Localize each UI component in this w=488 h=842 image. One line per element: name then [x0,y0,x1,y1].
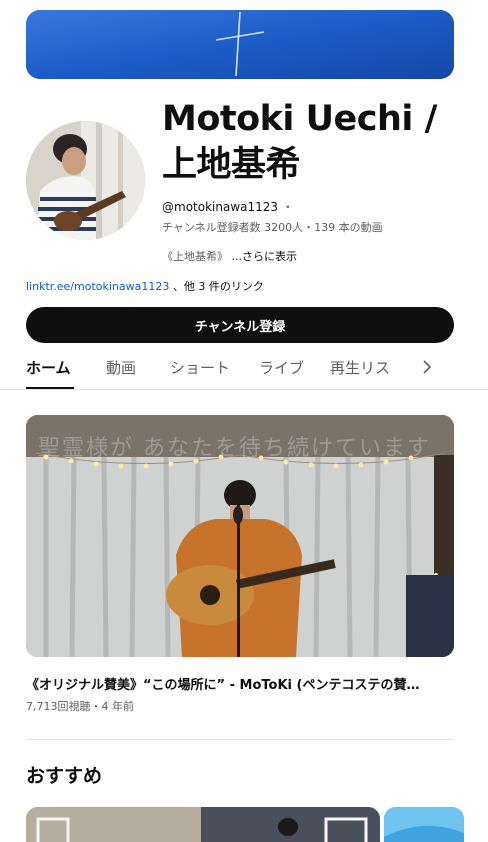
tab-shorts[interactable]: ショート [170,357,230,378]
tab-videos[interactable]: 動画 [106,357,136,378]
recommended-video-thumbnail[interactable] [26,807,380,842]
tab-live[interactable]: ライブ [259,357,304,378]
recommended-section-title: おすすめ [26,765,103,787]
handle-separator: ・ [281,200,294,214]
video-overlay-caption: 聖霊様が あなたを待ち続けています [38,436,431,461]
featured-video-meta: 7,713回視聴・4 年前 [26,700,134,713]
channel-handle-row: @motokinawa1123 ・ [162,198,294,215]
channel-description[interactable]: 《上地基希》 ...さらに表示 [162,248,297,264]
channel-links[interactable]: linktr.ee/motokinawa1123 、他 3 件のリンク [26,278,264,294]
section-divider [26,739,454,740]
featured-video-title[interactable]: 《オリジナル賛美》“この場所に” - MoToKi (ペンテコステの賛… [26,674,436,693]
active-tab-indicator [26,387,74,389]
external-link[interactable]: linktr.ee/motokinawa1123 [26,280,169,293]
subscribe-button[interactable]: チャンネル登録 [26,307,454,343]
channel-name: Motoki Uechi / 上地基希 [162,99,437,185]
recommended-video-thumbnail[interactable] [384,807,464,842]
channel-handle: @motokinawa1123 [162,200,279,214]
channel-banner [26,10,454,79]
tab-playlists[interactable]: 再生リス [330,357,390,378]
show-more-link[interactable]: ...さらに表示 [232,250,298,263]
featured-video-thumbnail[interactable]: 聖霊様が あなたを待ち続けています [26,415,454,657]
channel-avatar[interactable] [26,121,145,240]
channel-tabs: ホーム 動画 ショート ライブ 再生リス [0,344,488,390]
description-text: 《上地基希》 [162,250,228,263]
tab-home[interactable]: ホーム [26,357,71,378]
channel-stats: チャンネル登録者数 3200人・139 本の動画 [162,221,383,234]
chevron-right-icon[interactable] [418,356,436,378]
more-links-text[interactable]: 、他 3 件のリンク [173,280,264,293]
